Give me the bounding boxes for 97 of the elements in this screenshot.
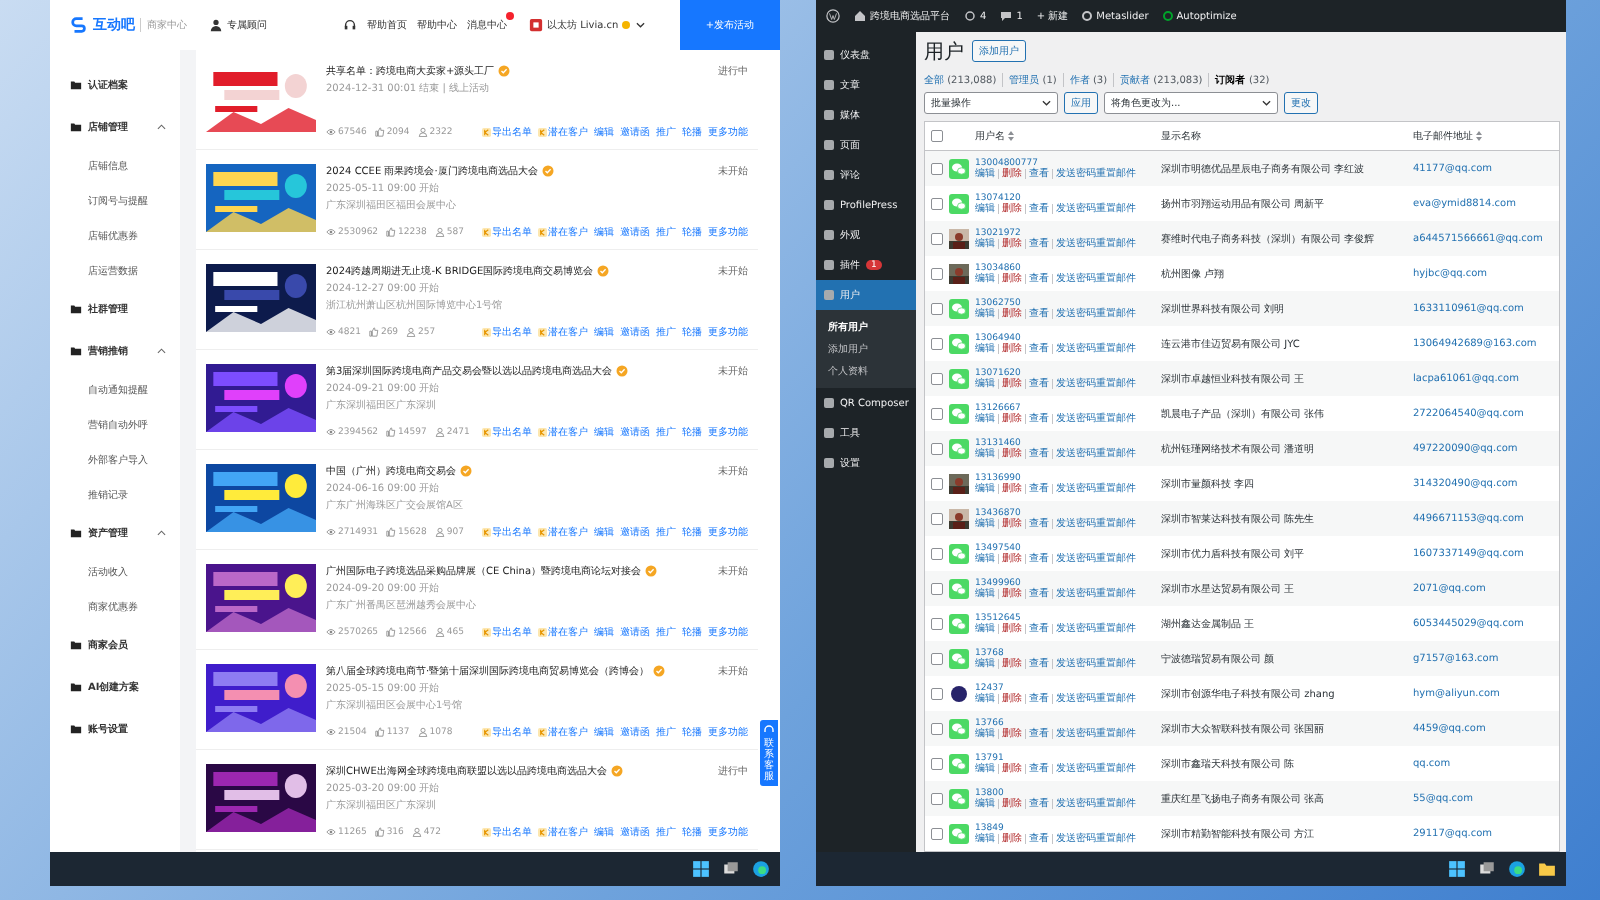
chat-bubbles-icon bbox=[949, 193, 969, 214]
verified-icon bbox=[597, 265, 610, 277]
verified-icon bbox=[645, 565, 658, 577]
verified-icon bbox=[541, 165, 554, 177]
tag-icon bbox=[482, 527, 491, 537]
tag-icon bbox=[482, 827, 491, 837]
chat-bubbles-icon bbox=[949, 648, 969, 669]
tag-icon bbox=[538, 727, 547, 737]
headset-icon bbox=[343, 18, 357, 32]
tag-icon bbox=[482, 327, 491, 337]
verified-icon bbox=[616, 365, 629, 377]
checkbox[interactable] bbox=[931, 372, 943, 385]
folder-icon bbox=[70, 681, 82, 693]
eye-icon bbox=[326, 827, 336, 837]
chat-bubbles-icon bbox=[949, 403, 969, 424]
eye-icon bbox=[326, 427, 336, 437]
chat-bubbles-icon bbox=[949, 438, 969, 459]
sort-icon bbox=[1008, 131, 1014, 141]
checkbox[interactable] bbox=[931, 442, 943, 455]
eye-icon bbox=[326, 527, 336, 537]
tag-icon bbox=[538, 627, 547, 637]
verified-icon bbox=[460, 465, 472, 477]
eye-icon bbox=[326, 727, 336, 737]
checkbox[interactable] bbox=[931, 162, 943, 175]
eye-icon bbox=[326, 227, 336, 237]
verified-icon bbox=[653, 665, 666, 677]
person-icon bbox=[209, 18, 223, 32]
checkbox[interactable] bbox=[931, 512, 943, 525]
folder-icon bbox=[70, 303, 82, 315]
chat-bubbles-icon bbox=[949, 368, 969, 389]
checkbox[interactable] bbox=[931, 477, 943, 490]
tag-icon bbox=[482, 227, 491, 237]
chat-bubbles-icon bbox=[949, 753, 969, 774]
task-view-icon[interactable] bbox=[1478, 860, 1496, 878]
comment-icon bbox=[1000, 10, 1013, 22]
checkbox[interactable] bbox=[931, 617, 943, 630]
chat-bubbles-icon bbox=[949, 823, 969, 844]
checkbox[interactable] bbox=[931, 302, 943, 315]
windows-start-icon[interactable] bbox=[1448, 860, 1466, 878]
circle-icon bbox=[1162, 11, 1173, 21]
headset-icon bbox=[763, 724, 775, 736]
folder-icon bbox=[70, 345, 82, 357]
tag-icon bbox=[482, 427, 491, 437]
checkbox[interactable] bbox=[931, 827, 943, 840]
chat-bubbles-icon bbox=[949, 788, 969, 809]
tag-icon bbox=[538, 127, 547, 137]
verified-icon bbox=[498, 65, 511, 77]
verified-icon bbox=[610, 765, 623, 777]
circle-icon bbox=[1082, 11, 1093, 21]
folder-icon[interactable] bbox=[1538, 860, 1556, 878]
eye-icon bbox=[326, 327, 336, 337]
home-icon bbox=[854, 10, 866, 22]
tag-icon bbox=[538, 427, 547, 437]
checkbox[interactable] bbox=[931, 267, 943, 280]
chat-bubbles-icon bbox=[949, 333, 969, 354]
avatar-icon bbox=[949, 683, 969, 704]
windows-start-icon[interactable] bbox=[692, 860, 710, 878]
tag-icon bbox=[538, 227, 547, 237]
sort-icon bbox=[1476, 131, 1482, 141]
eye-icon bbox=[326, 627, 336, 637]
task-view-icon[interactable] bbox=[722, 860, 740, 878]
logo-icon bbox=[70, 16, 88, 34]
avatar-icon bbox=[529, 18, 543, 32]
checkbox[interactable] bbox=[931, 652, 943, 665]
checkbox[interactable] bbox=[931, 547, 943, 560]
chat-bubbles-icon bbox=[949, 718, 969, 739]
browser-icon[interactable] bbox=[752, 860, 770, 878]
chat-bubbles-icon bbox=[949, 158, 969, 179]
folder-icon bbox=[70, 723, 82, 735]
checkbox[interactable] bbox=[931, 197, 943, 210]
tag-icon bbox=[482, 727, 491, 737]
eye-icon bbox=[326, 127, 336, 137]
chat-bubbles-icon bbox=[949, 543, 969, 564]
checkbox[interactable] bbox=[931, 130, 943, 142]
checkbox[interactable] bbox=[931, 232, 943, 245]
chat-bubbles-icon bbox=[949, 613, 969, 634]
chat-bubbles-icon bbox=[949, 298, 969, 319]
tag-icon bbox=[538, 527, 547, 537]
checkbox[interactable] bbox=[931, 407, 943, 420]
page-title: 用户 bbox=[924, 37, 964, 65]
checkbox[interactable] bbox=[931, 792, 943, 805]
folder-icon bbox=[70, 527, 82, 539]
folder-icon bbox=[70, 639, 82, 651]
checkbox[interactable] bbox=[931, 757, 943, 770]
checkbox[interactable] bbox=[931, 582, 943, 595]
folder-icon bbox=[70, 79, 82, 91]
tag-icon bbox=[482, 127, 491, 137]
checkbox[interactable] bbox=[931, 722, 943, 735]
folder-icon bbox=[70, 121, 82, 133]
browser-icon[interactable] bbox=[1508, 860, 1526, 878]
chat-bubbles-icon bbox=[949, 578, 969, 599]
checkbox[interactable] bbox=[931, 687, 943, 700]
tag-icon bbox=[482, 627, 491, 637]
checkbox[interactable] bbox=[931, 337, 943, 350]
vip-icon bbox=[622, 21, 631, 29]
tag-icon bbox=[538, 827, 547, 837]
tag-icon bbox=[538, 327, 547, 337]
